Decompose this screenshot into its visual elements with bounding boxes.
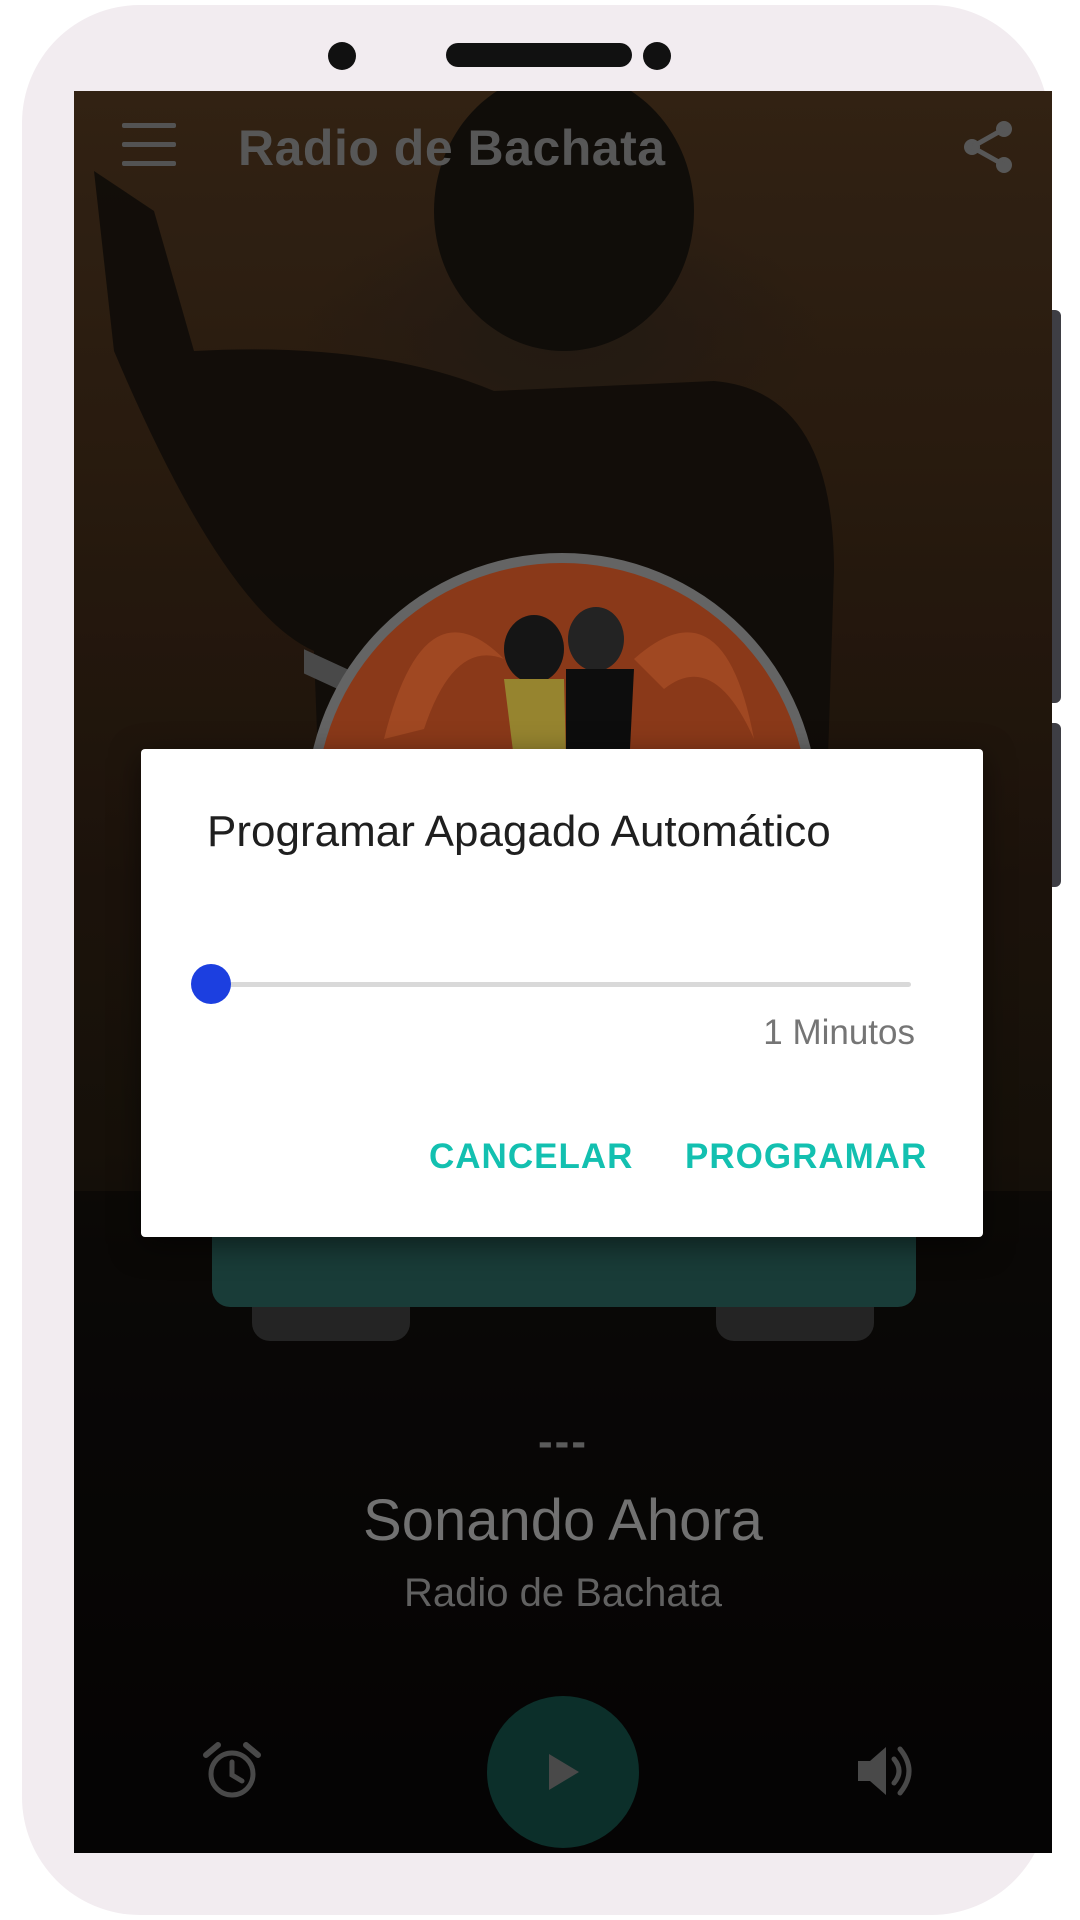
camera-dot-right — [643, 42, 671, 70]
cancel-button[interactable]: CANCELAR — [429, 1137, 633, 1177]
dialog-title: Programar Apagado Automático — [207, 807, 831, 856]
sleep-timer-dialog: Programar Apagado Automático 1 Minutos C… — [141, 749, 983, 1237]
phone-frame: Radio de Bachata --- Sonando Ahora Radio… — [22, 5, 1061, 1915]
schedule-button[interactable]: PROGRAMAR — [685, 1137, 927, 1177]
slider-value-label: 1 Minutos — [763, 1013, 915, 1052]
camera-dot-left — [328, 42, 356, 70]
slider-track[interactable] — [211, 982, 911, 987]
app-screen: Radio de Bachata --- Sonando Ahora Radio… — [74, 91, 1052, 1853]
speaker-grille — [446, 43, 632, 67]
slider-thumb[interactable] — [191, 964, 231, 1004]
